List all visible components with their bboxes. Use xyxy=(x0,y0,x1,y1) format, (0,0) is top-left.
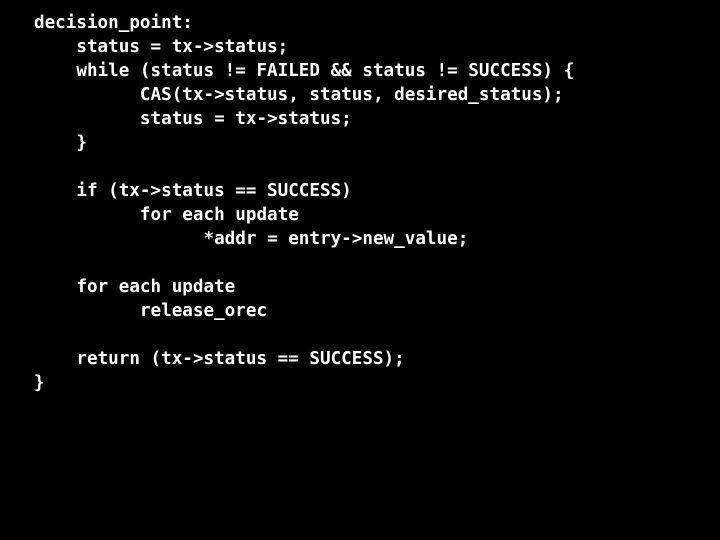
code-line: status = tx->status; xyxy=(34,37,289,57)
code-line: release_orec xyxy=(34,301,268,321)
code-line: decision_point: xyxy=(34,13,193,33)
code-line: while (status != FAILED && status != SUC… xyxy=(34,61,575,81)
code-line: for each update xyxy=(34,205,299,225)
code-listing: decision_point: status = tx->status; whi… xyxy=(34,11,574,395)
code-line: } xyxy=(34,133,87,153)
code-line: status = tx->status; xyxy=(34,109,352,129)
code-line: if (tx->status == SUCCESS) xyxy=(34,181,352,201)
code-line: } xyxy=(34,373,45,393)
code-line: for each update xyxy=(34,277,236,297)
code-line: *addr = entry->new_value; xyxy=(34,229,469,249)
slide-canvas: decision_point: status = tx->status; whi… xyxy=(0,0,720,540)
code-line: return (tx->status == SUCCESS); xyxy=(34,349,405,369)
code-line: CAS(tx->status, status, desired_status); xyxy=(34,85,564,105)
